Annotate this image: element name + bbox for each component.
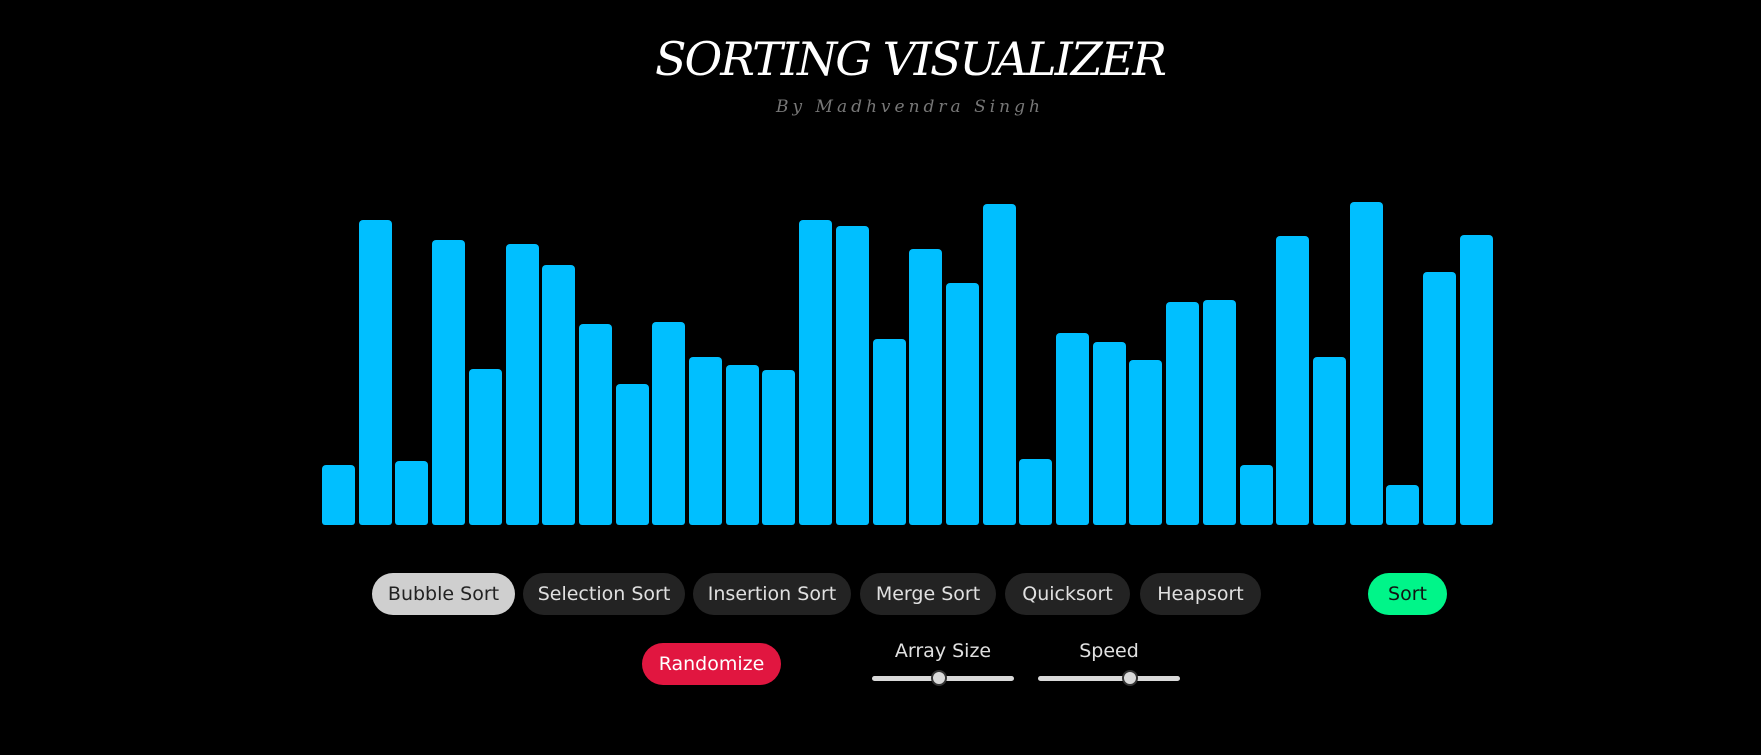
algorithm-heapsort-button[interactable]: Heapsort: [1140, 573, 1261, 615]
array-bar: [1423, 271, 1456, 525]
array-bar: [909, 248, 943, 525]
array-bar: [615, 384, 649, 525]
array-bar: [395, 461, 429, 525]
array-size-slider[interactable]: [872, 670, 1014, 686]
speed-label: Speed: [1079, 640, 1139, 662]
array-bar: [1166, 301, 1200, 525]
array-bar: [835, 226, 869, 525]
array-bar: [1459, 234, 1493, 525]
speed-slider-thumb[interactable]: [1122, 670, 1139, 686]
array-bar: [432, 240, 466, 525]
array-bar: [1129, 360, 1163, 525]
algorithm-insertion-sort-button[interactable]: Insertion Sort: [693, 573, 851, 615]
array-bar: [1019, 458, 1053, 525]
array-bar: [505, 244, 539, 525]
page-title: SORTING VISUALIZER: [655, 32, 1167, 86]
array-bar: [1276, 235, 1310, 525]
array-bar: [945, 283, 979, 525]
array-bar: [725, 364, 759, 525]
array-bar: [322, 465, 355, 525]
array-bar: [542, 265, 576, 525]
sort-button[interactable]: Sort: [1368, 573, 1447, 615]
array-bar: [578, 323, 612, 525]
array-size-slider-thumb[interactable]: [930, 670, 947, 686]
author-subtitle: By Madhvendra Singh: [776, 97, 1044, 117]
array-bar: [1386, 484, 1420, 525]
array-bar: [1202, 299, 1236, 525]
array-bar: [1312, 357, 1346, 525]
array-bar: [1349, 202, 1383, 525]
array-bar: [652, 322, 686, 525]
array-bar: [982, 204, 1016, 525]
algorithm-selection-sort-button[interactable]: Selection Sort: [523, 573, 685, 615]
speed-slider[interactable]: [1038, 670, 1180, 686]
algorithm-merge-sort-button[interactable]: Merge Sort: [860, 573, 996, 615]
array-bars: [322, 200, 1497, 525]
algorithm-quicksort-button[interactable]: Quicksort: [1005, 573, 1130, 615]
array-bar: [1239, 465, 1273, 525]
algorithm-bubble-sort-button[interactable]: Bubble Sort: [372, 573, 515, 615]
array-bar: [1056, 333, 1089, 525]
array-bar: [358, 219, 392, 525]
array-size-label: Array Size: [894, 640, 992, 662]
array-bar: [689, 357, 722, 525]
array-bar: [1092, 341, 1126, 525]
array-bar: [872, 338, 906, 525]
array-bar: [799, 219, 833, 525]
randomize-button[interactable]: Randomize: [642, 643, 781, 685]
array-bar: [762, 370, 796, 525]
array-bar: [468, 369, 502, 525]
